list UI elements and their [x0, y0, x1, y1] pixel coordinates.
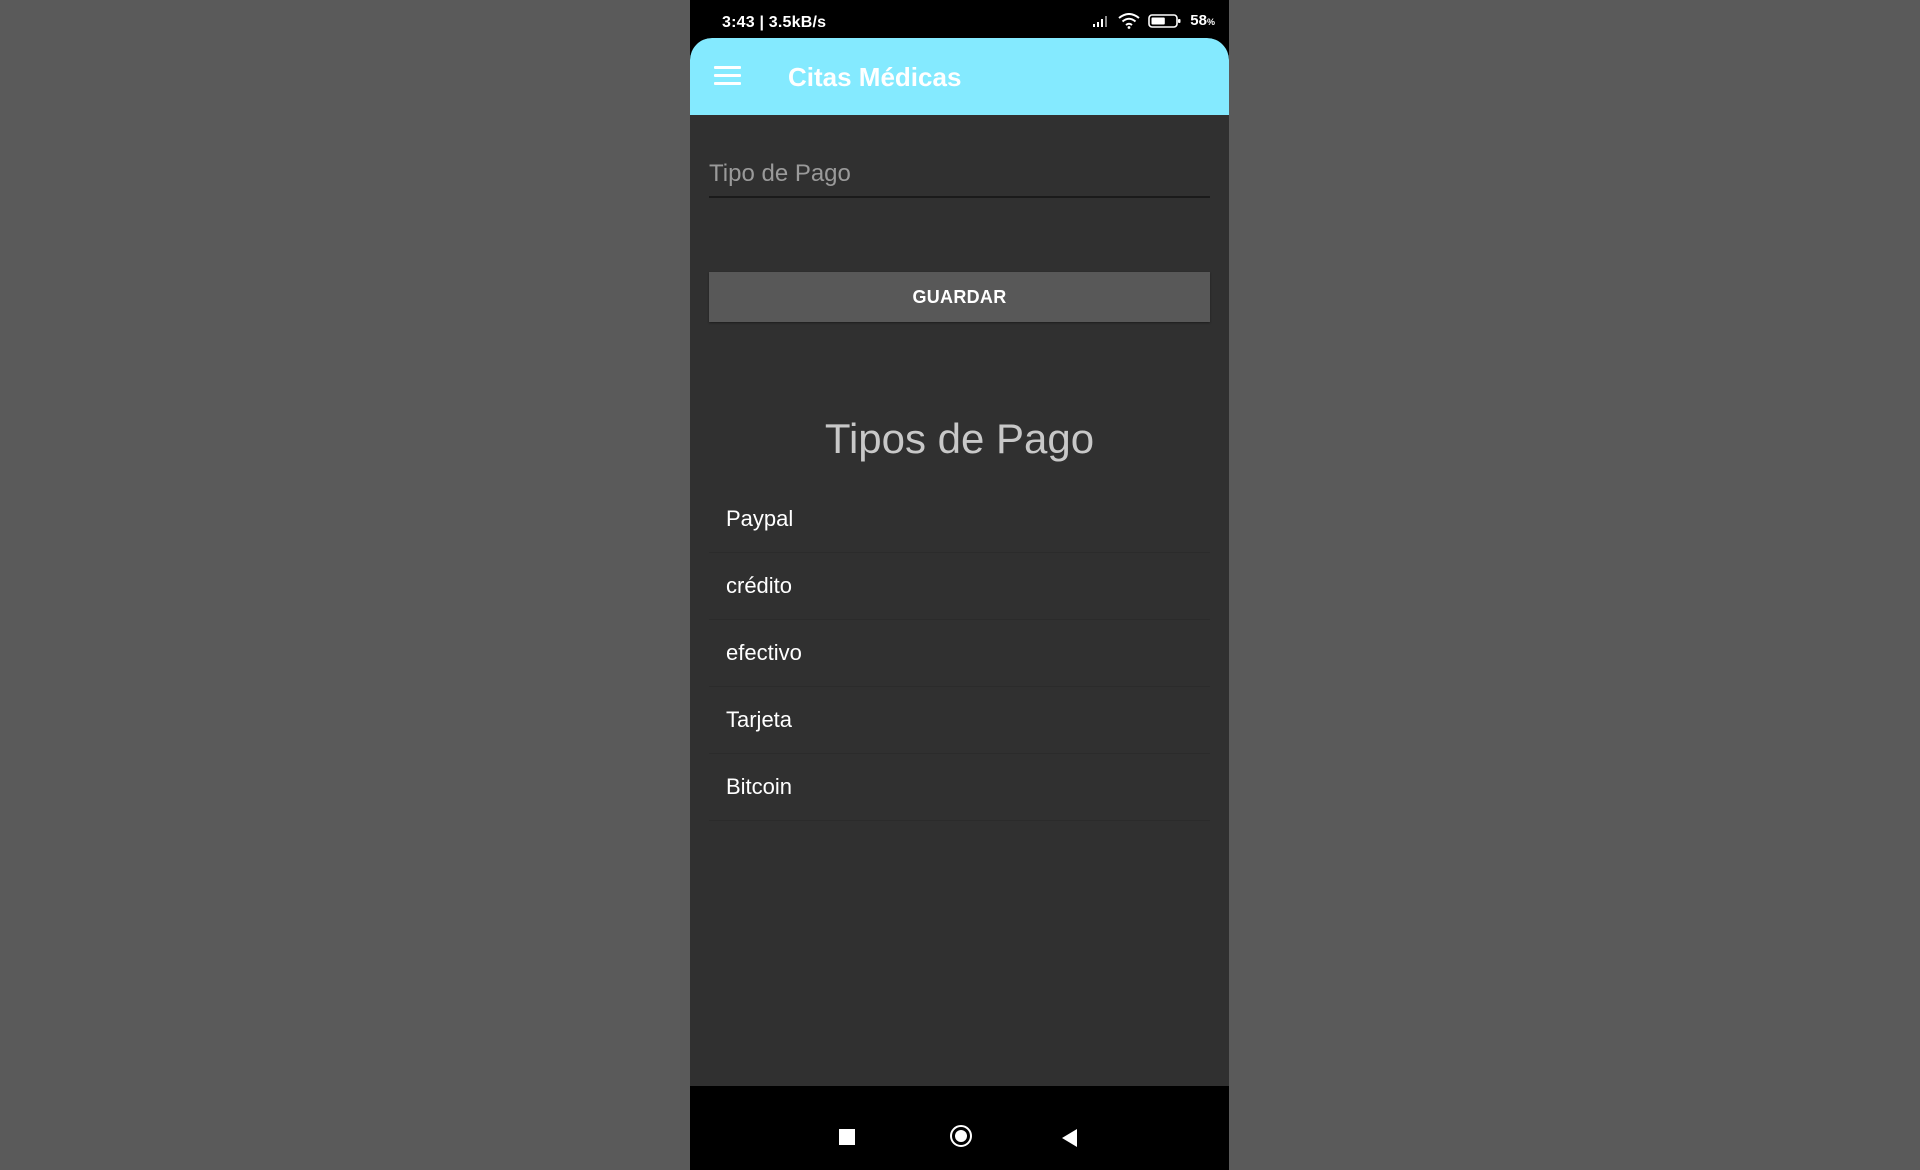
- payment-types-list: Paypal crédito efectivo Tarjeta Bitcoin: [709, 486, 1210, 821]
- save-button[interactable]: GUARDAR: [709, 272, 1210, 322]
- back-icon[interactable]: [1062, 1129, 1077, 1147]
- list-item[interactable]: crédito: [709, 553, 1210, 620]
- home-icon[interactable]: [950, 1125, 972, 1147]
- app-title: Citas Médicas: [788, 62, 962, 92]
- status-time-speed: 3:43 | 3.5kB/s: [722, 14, 827, 31]
- status-icons: 58%: [1092, 12, 1215, 29]
- list-item[interactable]: Paypal: [709, 486, 1210, 553]
- list-item[interactable]: Tarjeta: [709, 687, 1210, 754]
- hamburger-menu-icon[interactable]: [714, 66, 741, 86]
- payment-type-input[interactable]: [709, 156, 1210, 192]
- battery-unit: %: [1206, 17, 1215, 27]
- payment-type-field: [709, 156, 1210, 198]
- list-title: Tipos de Pago: [824, 415, 1095, 462]
- battery-icon: [1148, 13, 1182, 29]
- phone-frame: 3:43 | 3.5kB/s 58% Citas Médicas Tipo de…: [690, 0, 1229, 1170]
- app-bar: Citas Médicas: [690, 38, 1229, 115]
- list-item[interactable]: efectivo: [709, 620, 1210, 687]
- navigation-bar: [690, 1105, 1229, 1170]
- signal-icon: [1092, 14, 1110, 28]
- app-screen: Citas Médicas GUARDAR Tipos de Pago Payp…: [690, 38, 1229, 1086]
- list-item[interactable]: Bitcoin: [709, 754, 1210, 821]
- recent-apps-icon[interactable]: [839, 1129, 855, 1145]
- status-bar: 3:43 | 3.5kB/s 58%: [690, 0, 1229, 38]
- wifi-icon: [1118, 12, 1140, 29]
- battery-percent: 58%: [1190, 12, 1215, 29]
